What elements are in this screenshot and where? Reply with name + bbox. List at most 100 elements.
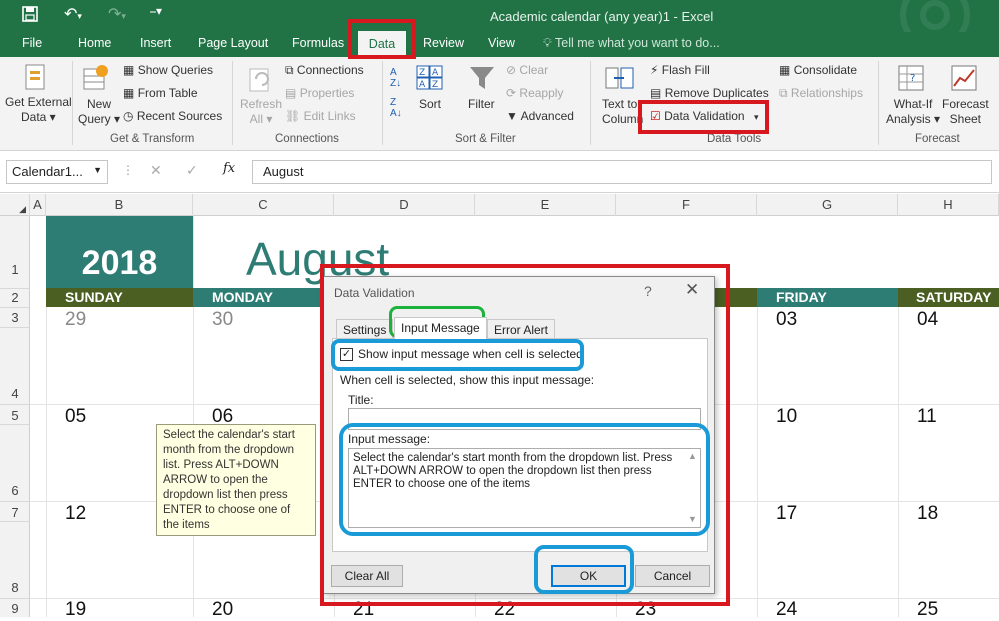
name-box[interactable]: Calendar1... ▼ xyxy=(6,160,108,184)
date-cell[interactable]: 18 xyxy=(917,503,938,525)
customize-toolbar-icon[interactable]: ⎯▾ xyxy=(150,4,162,19)
row-header-8[interactable]: 8 xyxy=(0,580,30,595)
svg-text:Z: Z xyxy=(432,80,438,90)
show-queries-button[interactable]: ▦ Show Queries xyxy=(123,63,213,77)
col-header-e[interactable]: E xyxy=(475,194,616,216)
help-icon[interactable]: ? xyxy=(644,283,652,299)
advanced-button[interactable]: ▼ Advanced xyxy=(506,109,574,123)
tab-page-layout[interactable]: Page Layout xyxy=(198,36,268,50)
clear-button[interactable]: ⊘ Clear xyxy=(506,63,548,77)
year-cell[interactable]: 2018 xyxy=(46,216,193,288)
formula-input[interactable]: August xyxy=(252,160,992,184)
scroll-down-icon[interactable]: ▼ xyxy=(688,513,697,526)
relationships-button[interactable]: ⧉ Relationships xyxy=(779,86,863,101)
date-cell[interactable]: 29 xyxy=(65,309,86,331)
what-if-label-2: Analysis ▾ xyxy=(886,112,941,126)
scroll-up-icon[interactable]: ▲ xyxy=(688,450,697,463)
show-message-label[interactable]: Show input message when cell is selected xyxy=(358,347,583,361)
date-cell[interactable]: 12 xyxy=(65,503,86,525)
recent-sources-button[interactable]: ◷ Recent Sources xyxy=(123,109,222,123)
row-divider xyxy=(0,521,30,522)
date-cell[interactable]: 30 xyxy=(212,309,233,331)
ok-button[interactable]: OK xyxy=(551,565,626,587)
from-table-button[interactable]: ▦ From Table xyxy=(123,86,198,100)
sort-button[interactable]: Sort xyxy=(419,97,441,111)
title-field[interactable] xyxy=(348,408,701,430)
date-cell[interactable]: 25 xyxy=(917,599,938,621)
reapply-button[interactable]: ⟳ Reapply xyxy=(506,86,563,100)
refresh-all-button[interactable]: Refresh All ▾ xyxy=(240,97,282,127)
tab-review[interactable]: Review xyxy=(423,36,464,50)
new-query-button[interactable]: New Query ▾ xyxy=(78,97,120,127)
what-if-analysis-button[interactable]: What-If Analysis ▾ xyxy=(886,97,940,127)
col-header-g[interactable]: G xyxy=(757,194,898,216)
col-header-b[interactable]: B xyxy=(46,194,193,216)
sort-az-icon[interactable]: A Z↓ xyxy=(390,67,401,89)
date-cell[interactable]: 17 xyxy=(776,503,797,525)
date-cell[interactable]: 20 xyxy=(212,599,233,621)
date-cell[interactable]: 21 xyxy=(353,599,374,621)
clear-all-button[interactable]: Clear All xyxy=(331,565,403,587)
input-message-field[interactable]: Select the calendar's start month from t… xyxy=(348,448,701,528)
row-header-4[interactable]: 4 xyxy=(0,386,30,401)
tab-data[interactable]: Data xyxy=(358,31,406,57)
insert-function-icon[interactable]: fx xyxy=(223,161,235,176)
tell-me-search[interactable]: 💡︎ Tell me what you want to do... xyxy=(543,36,720,51)
cancel-button[interactable]: Cancel xyxy=(635,565,710,587)
row-headers: 1 2 3 4 5 6 7 8 9 xyxy=(0,216,30,617)
col-header-a[interactable]: A xyxy=(30,194,46,216)
row-header-3[interactable]: 3 xyxy=(0,310,30,325)
filter-button[interactable]: Filter xyxy=(468,97,495,111)
tab-view[interactable]: View xyxy=(488,36,515,50)
row-header-5[interactable]: 5 xyxy=(0,408,30,423)
edit-links-label: Edit Links xyxy=(303,109,356,123)
tab-home[interactable]: Home xyxy=(78,36,111,50)
row-header-2[interactable]: 2 xyxy=(0,290,30,305)
select-all-corner[interactable]: ◢ xyxy=(0,194,30,216)
get-external-data-button[interactable]: Get External Data ▾ xyxy=(5,95,72,125)
message-scrollbar[interactable]: ▲ ▼ xyxy=(685,450,699,526)
date-cell[interactable]: 23 xyxy=(635,599,656,621)
col-header-f[interactable]: F xyxy=(616,194,757,216)
tab-settings[interactable]: Settings xyxy=(336,319,394,339)
row-header-1[interactable]: 1 xyxy=(0,262,30,277)
date-cell[interactable]: 05 xyxy=(65,406,86,428)
tab-input-message[interactable]: Input Message xyxy=(394,317,487,339)
date-cell[interactable]: 03 xyxy=(776,309,797,331)
col-header-c[interactable]: C xyxy=(193,194,334,216)
save-icon[interactable] xyxy=(22,6,38,27)
connections-button[interactable]: ⧉ Connections xyxy=(285,63,364,78)
date-cell[interactable]: 19 xyxy=(65,599,86,621)
row-header-6[interactable]: 6 xyxy=(0,483,30,498)
show-message-checkbox[interactable]: ✓ xyxy=(340,348,353,361)
tab-error-alert[interactable]: Error Alert xyxy=(487,319,556,339)
date-cell[interactable]: 11 xyxy=(917,406,937,428)
chevron-down-icon[interactable]: ▼ xyxy=(93,165,102,175)
flash-fill-button[interactable]: ⚡︎ Flash Fill xyxy=(650,63,710,77)
col-header-d[interactable]: D xyxy=(334,194,475,216)
enter-icon[interactable]: ✓ xyxy=(186,162,198,179)
date-cell[interactable]: 10 xyxy=(776,406,797,428)
sort-za-icon[interactable]: Z A↓ xyxy=(390,97,402,119)
row-header-7[interactable]: 7 xyxy=(0,505,30,520)
date-cell[interactable]: 22 xyxy=(494,599,515,621)
date-cell[interactable]: 04 xyxy=(917,309,938,331)
tab-insert[interactable]: Insert xyxy=(140,36,171,50)
close-icon[interactable]: ✕ xyxy=(685,280,699,300)
group-separator xyxy=(382,61,383,145)
cancel-icon[interactable]: ✕ xyxy=(150,162,162,179)
properties-button[interactable]: ▤ Properties xyxy=(285,86,354,100)
col-header-h[interactable]: H xyxy=(898,194,999,216)
text-to-columns-button[interactable]: Text to Column xyxy=(602,97,643,127)
forecast-sheet-button[interactable]: Forecast Sheet xyxy=(942,97,989,127)
undo-icon[interactable]: ↶▾ xyxy=(64,4,82,24)
consolidate-button[interactable]: ▦ Consolidate xyxy=(779,63,857,77)
remove-duplicates-button[interactable]: ▤ Remove Duplicates xyxy=(650,86,769,100)
chevron-down-icon[interactable]: ▾ xyxy=(754,112,759,122)
tab-formulas[interactable]: Formulas xyxy=(292,36,344,50)
data-validation-button[interactable]: ☑︎ Data Validation ▾ xyxy=(650,109,758,123)
tab-file[interactable]: File xyxy=(22,36,42,50)
row-header-9[interactable]: 9 xyxy=(0,601,30,616)
date-cell[interactable]: 24 xyxy=(776,599,797,621)
edit-links-button[interactable]: ⛓︎ Edit Links xyxy=(285,109,356,123)
